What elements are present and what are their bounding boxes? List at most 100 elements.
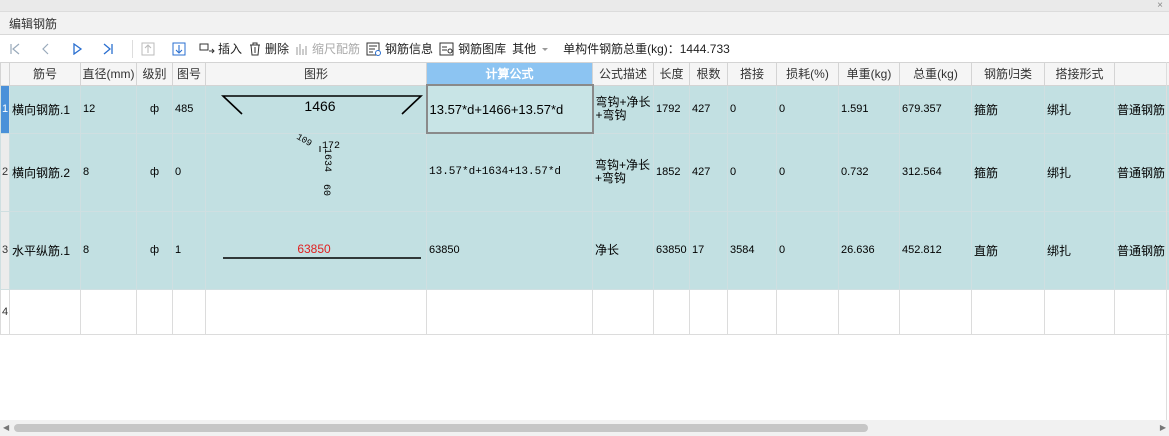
empty-cell[interactable]	[899, 288, 972, 335]
figure-number-cell[interactable]: 1	[172, 210, 206, 290]
lap-type-cell[interactable]: 绑扎	[1044, 132, 1115, 212]
row-number[interactable]: 3	[0, 210, 10, 290]
header-formula[interactable]: 计算公式	[426, 62, 593, 86]
lap-cell[interactable]: 0	[727, 132, 777, 212]
bar-name-cell[interactable]: 横向钢筋.2	[9, 132, 81, 212]
last-record-button[interactable]	[97, 38, 119, 60]
horizontal-scrollbar[interactable]: ◀ ▶	[0, 420, 1169, 436]
header-lap-type[interactable]: 搭接形式	[1044, 62, 1115, 86]
loss-cell[interactable]: 0	[776, 132, 839, 212]
insert-button[interactable]: 插入	[199, 38, 242, 60]
empty-cell[interactable]	[172, 288, 206, 335]
header-category[interactable]: 钢筋归类	[971, 62, 1045, 86]
category-cell[interactable]: 箍筋	[971, 132, 1045, 212]
row-number[interactable]: 2	[0, 132, 10, 212]
empty-cell[interactable]	[653, 288, 690, 335]
header-figure-number[interactable]: 图号	[172, 62, 206, 86]
table-row[interactable]: 3 水平纵筋.1 8 ф 1 63850 63850 净长 63850 17 3…	[0, 210, 1169, 290]
header-loss[interactable]: 损耗(%)	[776, 62, 839, 86]
empty-cell[interactable]	[80, 288, 137, 335]
loss-cell[interactable]: 0	[776, 210, 839, 290]
empty-cell[interactable]	[727, 288, 777, 335]
scrollbar-thumb[interactable]	[14, 424, 868, 432]
count-cell[interactable]: 427	[689, 132, 728, 212]
header-bar-number[interactable]: 筋号	[9, 62, 81, 86]
lap-type-cell[interactable]: 绑扎	[1044, 84, 1115, 134]
figure-number-cell[interactable]: 485	[172, 84, 206, 134]
length-cell[interactable]: 63850	[653, 210, 690, 290]
delete-button[interactable]: 删除	[248, 38, 289, 60]
unit-weight-cell[interactable]: 26.636	[838, 210, 900, 290]
length-cell[interactable]: 1792	[653, 84, 690, 134]
shape-cell[interactable]: 63850	[205, 210, 427, 290]
empty-cell[interactable]	[838, 288, 900, 335]
empty-cell[interactable]	[136, 288, 173, 335]
diameter-cell[interactable]: 12	[80, 84, 137, 134]
loss-cell[interactable]: 0	[776, 84, 839, 134]
diameter-cell[interactable]: 8	[80, 210, 137, 290]
table-row[interactable]: 2 横向钢筋.2 8 ф 0 109 172 1634 60 13.57*d+1…	[0, 132, 1169, 212]
lap-cell[interactable]: 3584	[727, 210, 777, 290]
shape-cell[interactable]: 109 172 1634 60	[205, 132, 427, 212]
category-cell[interactable]: 直筋	[971, 210, 1045, 290]
header-formula-desc[interactable]: 公式描述	[592, 62, 654, 86]
table-row-empty[interactable]: 4	[0, 288, 1169, 335]
empty-cell[interactable]	[205, 288, 427, 335]
count-cell[interactable]: 427	[689, 84, 728, 134]
table-row[interactable]: 1 横向钢筋.1 12 ф 485 1466 13.57*d+1466+13.5…	[0, 84, 1169, 134]
grade-cell[interactable]: ф	[136, 210, 173, 290]
header-total-weight[interactable]: 总重(kg)	[899, 62, 972, 86]
empty-cell[interactable]	[9, 288, 81, 335]
header-diameter[interactable]: 直径(mm)	[80, 62, 137, 86]
shape-cell[interactable]: 1466	[205, 84, 427, 134]
rebar-library-button[interactable]: 钢筋图库	[439, 38, 506, 60]
grade-cell[interactable]: ф	[136, 84, 173, 134]
empty-cell[interactable]	[426, 288, 593, 335]
row-number[interactable]: 4	[0, 288, 10, 335]
formula-desc-cell[interactable]: 净长	[592, 210, 654, 290]
unit-weight-cell[interactable]: 1.591	[838, 84, 900, 134]
total-weight-cell[interactable]: 452.812	[899, 210, 972, 290]
category-cell[interactable]: 箍筋	[971, 84, 1045, 134]
header-count[interactable]: 根数	[689, 62, 728, 86]
bar-name-cell[interactable]: 水平纵筋.1	[9, 210, 81, 290]
header-unit-weight[interactable]: 单重(kg)	[838, 62, 900, 86]
formula-cell[interactable]: 13.57*d+1634+13.57*d	[426, 132, 593, 212]
other-dropdown[interactable]: 其他	[512, 38, 553, 60]
lap-cell[interactable]: 0	[727, 84, 777, 134]
formula-cell[interactable]: 13.57*d+1466+13.57*d	[425, 84, 594, 134]
empty-cell[interactable]	[776, 288, 839, 335]
formula-cell[interactable]: 63850	[426, 210, 593, 290]
lap-type-cell[interactable]: 绑扎	[1044, 210, 1115, 290]
empty-cell[interactable]	[1114, 288, 1169, 335]
bar-name-cell[interactable]: 横向钢筋.1	[9, 84, 81, 134]
rebar-info-button[interactable]: 钢筋信息	[366, 38, 433, 60]
row-number[interactable]: 1	[0, 84, 10, 134]
move-up-button[interactable]	[137, 38, 159, 60]
total-weight-cell[interactable]: 312.564	[899, 132, 972, 212]
rebar-type-cell[interactable]: 普通钢筋	[1114, 210, 1169, 290]
header-lap[interactable]: 搭接	[727, 62, 777, 86]
grade-cell[interactable]: ф	[136, 132, 173, 212]
unit-weight-cell[interactable]: 0.732	[838, 132, 900, 212]
empty-cell[interactable]	[592, 288, 654, 335]
empty-cell[interactable]	[971, 288, 1045, 335]
empty-cell[interactable]	[689, 288, 728, 335]
length-cell[interactable]: 1852	[653, 132, 690, 212]
empty-cell[interactable]	[1044, 288, 1115, 335]
header-shape[interactable]: 图形	[205, 62, 427, 86]
previous-record-button[interactable]	[35, 38, 57, 60]
scale-rebar-button[interactable]: 缩尺配筋	[295, 38, 360, 60]
close-icon[interactable]: ×	[1157, 0, 1163, 11]
first-record-button[interactable]	[4, 38, 26, 60]
header-grade[interactable]: 级别	[136, 62, 173, 86]
formula-desc-cell[interactable]: 弯钩+净长+弯钩	[592, 132, 654, 212]
total-weight-cell[interactable]: 679.357	[899, 84, 972, 134]
scroll-right-icon[interactable]: ▶	[1160, 423, 1166, 432]
header-length[interactable]: 长度	[653, 62, 690, 86]
rebar-type-cell[interactable]: 普通钢筋	[1114, 84, 1169, 134]
formula-desc-cell[interactable]: 弯钩+净长+弯钩	[592, 84, 654, 134]
move-down-button[interactable]	[168, 38, 190, 60]
diameter-cell[interactable]: 8	[80, 132, 137, 212]
count-cell[interactable]: 17	[689, 210, 728, 290]
